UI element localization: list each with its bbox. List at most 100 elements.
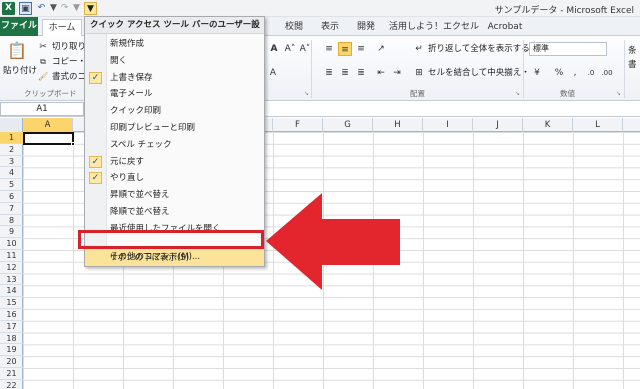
- tab-excel-tips[interactable]: 活用しよう！エクセル: [388, 19, 480, 36]
- tab-view[interactable]: 表示: [316, 19, 344, 36]
- format-painter-icon[interactable]: 🖌: [38, 70, 48, 84]
- increase-indent-icon[interactable]: ⇥: [390, 66, 404, 80]
- increase-decimal-icon[interactable]: .0: [584, 66, 598, 80]
- row-header[interactable]: 1: [0, 132, 23, 144]
- column-header[interactable]: J: [473, 118, 523, 132]
- copy-icon[interactable]: ⧉: [38, 55, 48, 69]
- comma-icon[interactable]: ,: [568, 66, 582, 80]
- align-top-icon[interactable]: ≡: [322, 42, 336, 56]
- font-color-icon[interactable]: A: [266, 66, 280, 80]
- checkmark-icon: ✓: [89, 172, 102, 185]
- row-header[interactable]: 16: [0, 309, 23, 321]
- row-header[interactable]: 20: [0, 356, 23, 368]
- row-header[interactable]: 4: [0, 167, 23, 180]
- row-header[interactable]: 19: [0, 344, 23, 357]
- row-header[interactable]: 6: [0, 191, 23, 203]
- align-left-icon[interactable]: ≣: [322, 66, 336, 80]
- column-header[interactable]: A: [23, 118, 73, 132]
- row-header[interactable]: 18: [0, 333, 23, 345]
- paste-button[interactable]: 貼り付け: [3, 64, 37, 78]
- row-header[interactable]: 5: [0, 179, 23, 191]
- align-middle-icon[interactable]: ≡: [338, 42, 352, 56]
- row-header[interactable]: 10: [0, 238, 23, 250]
- cut-button[interactable]: 切り取り: [52, 40, 86, 54]
- row-header[interactable]: 15: [0, 297, 23, 309]
- row-header[interactable]: 17: [0, 321, 23, 333]
- menu-item-label: リボンの下に表示(S): [109, 253, 190, 263]
- column-header[interactable]: F: [273, 118, 323, 132]
- menu-item[interactable]: 降順で並べ替え: [85, 204, 264, 221]
- format-painter-button[interactable]: 書式のコ: [52, 70, 86, 84]
- menu-item[interactable]: 印刷プレビューと印刷: [85, 120, 264, 137]
- currency-icon[interactable]: ¥: [530, 66, 544, 80]
- excel-logo-icon[interactable]: X: [2, 2, 15, 15]
- conditional-format-button[interactable]: 条: [628, 44, 637, 58]
- row-header[interactable]: 3: [0, 156, 23, 168]
- column-header[interactable]: K: [523, 118, 573, 132]
- name-box[interactable]: A1: [0, 102, 84, 116]
- tab-acrobat[interactable]: Acrobat: [484, 19, 526, 36]
- row-header[interactable]: 22: [0, 380, 23, 389]
- tab-file[interactable]: ファイル: [0, 17, 38, 36]
- row-header[interactable]: 12: [0, 262, 23, 274]
- clipboard-group-label: クリップボード: [24, 89, 77, 98]
- menu-item[interactable]: 昇順で並べ替え: [85, 187, 264, 204]
- row-header[interactable]: 11: [0, 250, 23, 262]
- tab-review[interactable]: 校閲: [280, 19, 308, 36]
- row-header[interactable]: 13: [0, 274, 23, 286]
- decrease-decimal-icon[interactable]: .00: [600, 66, 614, 80]
- menu-item-show-below-ribbon[interactable]: リボンの下に表示(S): [84, 250, 264, 267]
- decrease-font-icon[interactable]: A˅: [298, 42, 312, 56]
- merge-center-button[interactable]: セルを結合して中央揃え・: [428, 66, 530, 80]
- menu-item[interactable]: スペル チェック: [85, 137, 264, 154]
- menu-item-label: 印刷プレビューと印刷: [110, 123, 196, 133]
- fill-handle[interactable]: [71, 142, 75, 146]
- menu-item[interactable]: 新規作成: [85, 36, 264, 53]
- number-launcher-icon[interactable]: ↘: [616, 90, 623, 97]
- row-header[interactable]: 9: [0, 226, 23, 239]
- font-launcher-icon[interactable]: ↘: [304, 90, 311, 97]
- percent-icon[interactable]: %: [552, 66, 566, 80]
- menu-item[interactable]: ✓ 上書き保存: [85, 70, 264, 87]
- row-header[interactable]: 21: [0, 368, 23, 380]
- wrap-text-button[interactable]: 折り返して全体を表示する: [428, 42, 530, 56]
- checkmark-icon: ✓: [89, 155, 102, 168]
- select-all-corner[interactable]: [0, 118, 23, 132]
- merge-center-icon[interactable]: ⊞: [412, 66, 426, 80]
- menu-item[interactable]: ✓ やり直し: [85, 170, 264, 187]
- increase-font-icon[interactable]: A˄: [283, 42, 297, 56]
- grow-font-icon[interactable]: A: [267, 42, 281, 56]
- scissors-icon[interactable]: ✂: [38, 40, 48, 54]
- menu-item[interactable]: クイック印刷: [85, 103, 264, 120]
- column-header[interactable]: G: [323, 118, 373, 132]
- row-header[interactable]: 7: [0, 203, 23, 215]
- menu-item[interactable]: 電子メール: [85, 86, 264, 103]
- number-format-select[interactable]: 標準: [529, 42, 607, 56]
- row-header[interactable]: 2: [0, 144, 23, 156]
- tab-developer[interactable]: 開発: [352, 19, 380, 36]
- align-center-icon[interactable]: ≣: [338, 66, 352, 80]
- save-icon[interactable]: ▣: [19, 2, 32, 15]
- orientation-icon[interactable]: ↗: [374, 42, 388, 56]
- wrap-text-icon[interactable]: ↵: [412, 42, 426, 56]
- align-bottom-icon[interactable]: ≡: [354, 42, 368, 56]
- redo-dropdown-icon[interactable]: ▼: [70, 2, 83, 15]
- copy-button[interactable]: コピー・: [52, 55, 86, 69]
- column-header[interactable]: I: [423, 118, 473, 132]
- alignment-launcher-icon[interactable]: ↘: [515, 90, 522, 97]
- column-header[interactable]: H: [373, 118, 423, 132]
- row-header[interactable]: 8: [0, 215, 23, 227]
- active-cell[interactable]: [23, 132, 74, 145]
- column-header[interactable]: L: [573, 118, 623, 132]
- qat-customize-icon[interactable]: ▼: [84, 2, 97, 15]
- align-right-icon[interactable]: ≣: [354, 66, 368, 80]
- row-headers: 1 2 3 4 5 6 7 8 9 10 11 12 13 14 15 16 17 18 19 20 21 22: [0, 132, 23, 389]
- decrease-indent-icon[interactable]: ⇤: [374, 66, 388, 80]
- menu-item[interactable]: 開く: [85, 53, 264, 70]
- menu-item-label: 元に戻す: [110, 156, 145, 167]
- format-as-table-button[interactable]: 書: [628, 58, 637, 72]
- tab-home[interactable]: ホーム: [42, 19, 82, 37]
- row-header[interactable]: 14: [0, 285, 23, 298]
- menu-item[interactable]: ✓ 元に戻す: [85, 154, 264, 171]
- paste-icon[interactable]: 📋: [6, 40, 28, 62]
